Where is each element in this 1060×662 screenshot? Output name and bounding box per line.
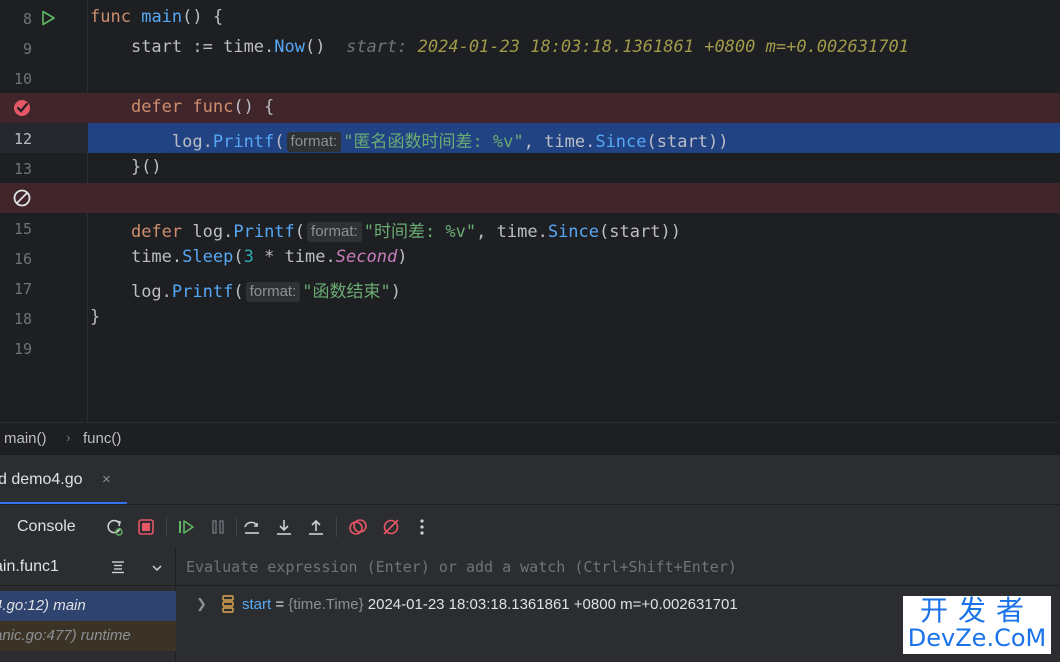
thread-selector[interactable]: ain.func1: [0, 548, 176, 586]
code-line[interactable]: 15 defer log.Printf(format: "时间差: %v", ti…: [0, 213, 1060, 243]
rerun-icon[interactable]: [104, 517, 124, 537]
code-line[interactable]: 19: [0, 333, 1060, 363]
code-text: }: [90, 307, 101, 327]
code-text: func main() {: [90, 7, 224, 27]
frames-panel: ain.func1 4.go:12) main anic.go:477) run…: [0, 548, 176, 662]
stack-frame[interactable]: 4.go:12) main: [0, 591, 176, 621]
breakpoint-disabled-icon[interactable]: [12, 188, 32, 208]
toolbar-separator: [336, 517, 337, 537]
frame-file: 4.go:12): [0, 597, 50, 614]
code-line[interactable]: 18 }: [0, 303, 1060, 333]
step-out-icon[interactable]: [306, 517, 326, 537]
code-line[interactable]: 8 func main() {: [0, 3, 1060, 33]
view-breakpoints-icon[interactable]: [348, 517, 368, 537]
code-text: log.Printf(format: "匿名函数时间差: %v", time.Si…: [171, 132, 729, 152]
chevron-right-icon[interactable]: ❯: [196, 596, 207, 612]
line-number: 15: [13, 220, 32, 238]
step-into-icon[interactable]: [274, 517, 294, 537]
code-line[interactable]: 13 }(): [0, 153, 1060, 183]
current-execution-line[interactable]: 12 log.Printf(format: "匿名函数时间差: %v", time…: [0, 123, 1060, 153]
line-number: 13: [13, 160, 32, 178]
stop-icon[interactable]: [136, 517, 156, 537]
struct-icon: [222, 595, 234, 613]
debug-toolbar: Console: [0, 504, 1060, 548]
line-number: 12: [13, 130, 32, 148]
line-number: 18: [13, 310, 32, 328]
breadcrumb: main() › func(): [0, 422, 1060, 454]
code-text: defer func() {: [130, 97, 275, 117]
line-number: 17: [13, 280, 32, 298]
tab-debug-session[interactable]: d demo4.go: [0, 471, 83, 489]
variable-name: start: [242, 596, 272, 613]
close-icon[interactable]: ×: [102, 471, 111, 488]
pause-icon[interactable]: [208, 517, 228, 537]
code-text: time.Sleep(3 * time.Second): [130, 247, 408, 267]
watermark-bottom-text: DevZe.CoM: [907, 624, 1047, 652]
code-line[interactable]: 16 time.Sleep(3 * time.Second): [0, 243, 1060, 273]
parameter-hint: format:: [307, 222, 362, 242]
evaluate-bar: [176, 548, 1060, 586]
parameter-hint: format:: [286, 132, 342, 152]
toolbar-separator: [166, 517, 167, 537]
line-number: 10: [13, 70, 32, 88]
line-number: 16: [13, 250, 32, 268]
chevron-down-icon[interactable]: [150, 561, 164, 575]
frame-function: runtime: [80, 627, 131, 644]
code-text: defer log.Printf(format: "时间差: %v", time.…: [130, 222, 681, 242]
chevron-right-icon: ›: [66, 429, 71, 445]
frame-file: anic.go:477): [0, 627, 77, 644]
watermark-top-text: 开发者: [919, 594, 1034, 627]
resume-icon[interactable]: [176, 517, 196, 537]
stack-frame[interactable]: anic.go:477) runtime: [0, 621, 176, 651]
step-over-icon[interactable]: [242, 517, 262, 537]
line-number: 19: [13, 340, 32, 358]
line-number: 8: [22, 10, 32, 28]
breadcrumb-item-func[interactable]: func(): [83, 430, 121, 447]
debug-tab-bar: d demo4.go ×: [0, 454, 1060, 505]
list-icon[interactable]: [110, 559, 126, 575]
inline-debug-key: start:: [345, 37, 408, 57]
code-line[interactable]: 10: [0, 63, 1060, 93]
watermark-logo: 开发者 DevZe.CoM: [903, 596, 1051, 654]
breakpoint-line[interactable]: defer func() {: [0, 93, 1060, 123]
code-text: }(): [90, 157, 162, 177]
line-number: 9: [22, 40, 32, 58]
inline-debug-value: 2024-01-23 18:03:18.1361861 +0800 m=+0.0…: [417, 37, 909, 57]
code-line[interactable]: 17 log.Printf(format: "函数结束"): [0, 273, 1060, 303]
breadcrumb-item-main[interactable]: main(): [4, 430, 47, 447]
frame-function: main: [53, 597, 86, 614]
breakpoint-line[interactable]: [0, 183, 1060, 213]
code-editor[interactable]: 8 func main() { 9 start := time.Now() st…: [0, 0, 1060, 422]
mute-breakpoints-icon[interactable]: [381, 517, 401, 537]
run-icon[interactable]: [40, 10, 56, 26]
breakpoint-hit-icon[interactable]: [12, 98, 32, 118]
more-options-icon[interactable]: [412, 517, 432, 537]
variable-type: {time.Time}: [288, 596, 364, 613]
thread-name: ain.func1: [0, 558, 59, 575]
code-text: log.Printf(format: "函数结束"): [130, 282, 402, 302]
code-line[interactable]: 9 start := time.Now() start: 2024-01-23 …: [0, 33, 1060, 63]
toolbar-separator: [236, 517, 237, 537]
variable-equals: =: [271, 596, 289, 613]
code-text: start := time.Now() start: 2024-01-23 18…: [130, 37, 909, 57]
evaluate-expression-input[interactable]: [186, 558, 1046, 576]
parameter-hint: format:: [245, 282, 301, 302]
variable-value: 2024-01-23 18:03:18.1361861 +0800 m=+0.0…: [367, 596, 738, 613]
tab-console[interactable]: Console: [17, 518, 76, 536]
